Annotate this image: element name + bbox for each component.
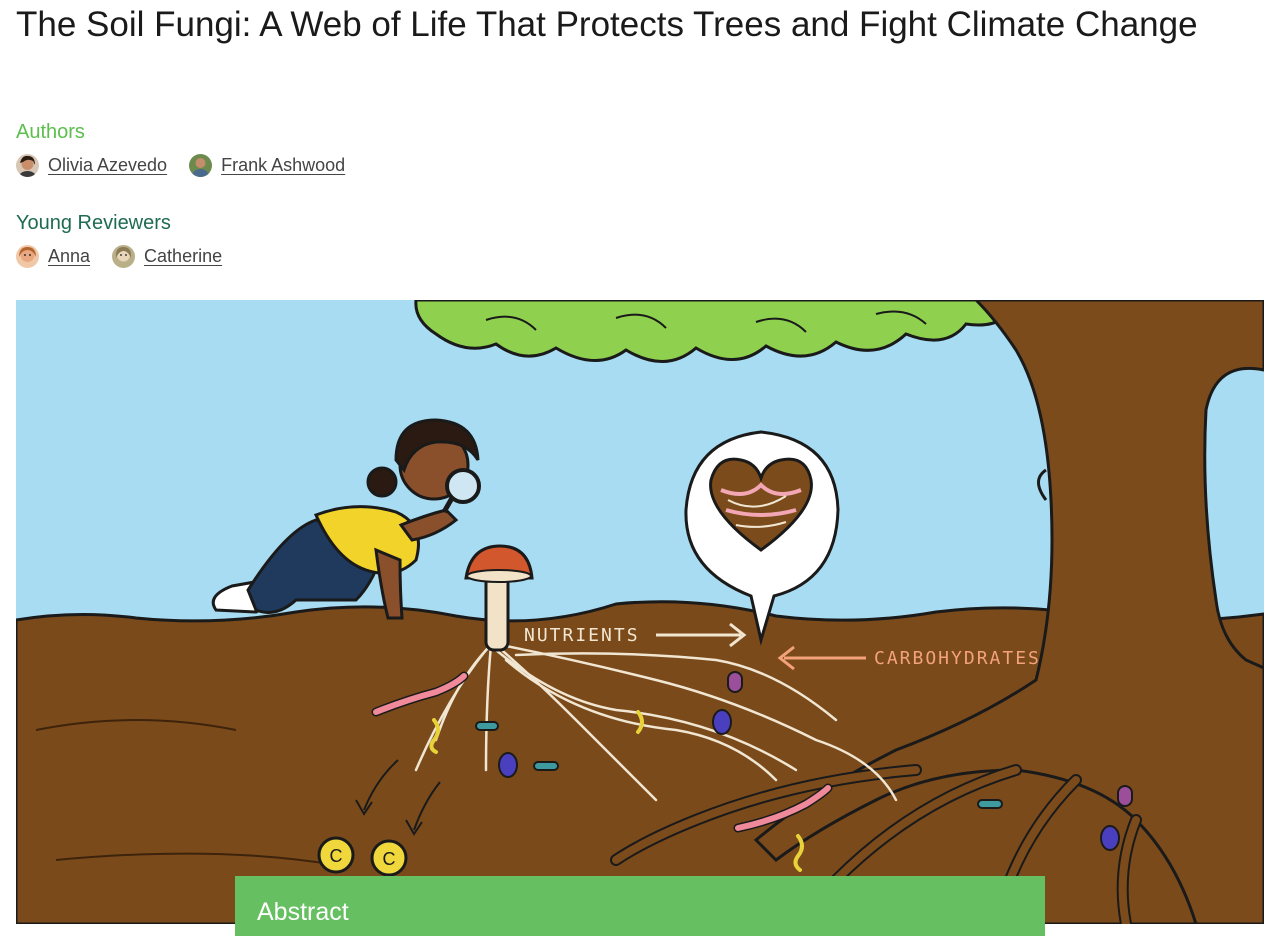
author-frank-ashwood[interactable]: Frank Ashwood bbox=[189, 154, 345, 177]
author-link[interactable]: Olivia Azevedo bbox=[48, 155, 167, 176]
bacterium bbox=[498, 752, 518, 778]
author-link[interactable]: Frank Ashwood bbox=[221, 155, 345, 176]
microbe bbox=[475, 721, 499, 731]
bacterium bbox=[1100, 825, 1120, 851]
avatar bbox=[16, 245, 39, 268]
hero-illustration: NUTRIENTS CARBOHYDRATES C C bbox=[16, 300, 1264, 924]
nutrients-label: NUTRIENTS bbox=[524, 625, 640, 646]
carbohydrates-label: CARBOHYDRATES bbox=[874, 648, 1041, 669]
reviewer-link[interactable]: Anna bbox=[48, 246, 90, 267]
avatar bbox=[189, 154, 213, 177]
article-title: The Soil Fungi: A Web of Life That Prote… bbox=[16, 5, 1198, 44]
young-reviewers-heading: Young Reviewers bbox=[16, 212, 171, 234]
authors-heading: Authors bbox=[16, 121, 85, 143]
abstract-heading: Abstract bbox=[257, 898, 349, 926]
microbe bbox=[727, 671, 743, 693]
reviewer-catherine[interactable]: Catherine bbox=[112, 245, 222, 268]
avatar bbox=[112, 245, 136, 268]
author-olivia-azevedo[interactable]: Olivia Azevedo bbox=[16, 154, 167, 177]
reviewer-link[interactable]: Catherine bbox=[144, 246, 222, 267]
microbe bbox=[977, 799, 1003, 809]
microbe bbox=[1117, 785, 1133, 807]
abstract-section[interactable]: Abstract bbox=[235, 876, 1045, 936]
reviewers-list: Anna Catherine bbox=[16, 245, 244, 268]
carbon-coin: C bbox=[370, 839, 408, 877]
reviewer-anna[interactable]: Anna bbox=[16, 245, 90, 268]
bacterium bbox=[712, 709, 732, 735]
avatar bbox=[16, 154, 39, 177]
authors-list: Olivia Azevedo Frank Ashwood bbox=[16, 154, 367, 177]
svg-text:C: C bbox=[330, 846, 343, 866]
svg-text:C: C bbox=[383, 849, 396, 869]
carbon-coin: C bbox=[317, 836, 355, 874]
microbe bbox=[533, 761, 559, 771]
